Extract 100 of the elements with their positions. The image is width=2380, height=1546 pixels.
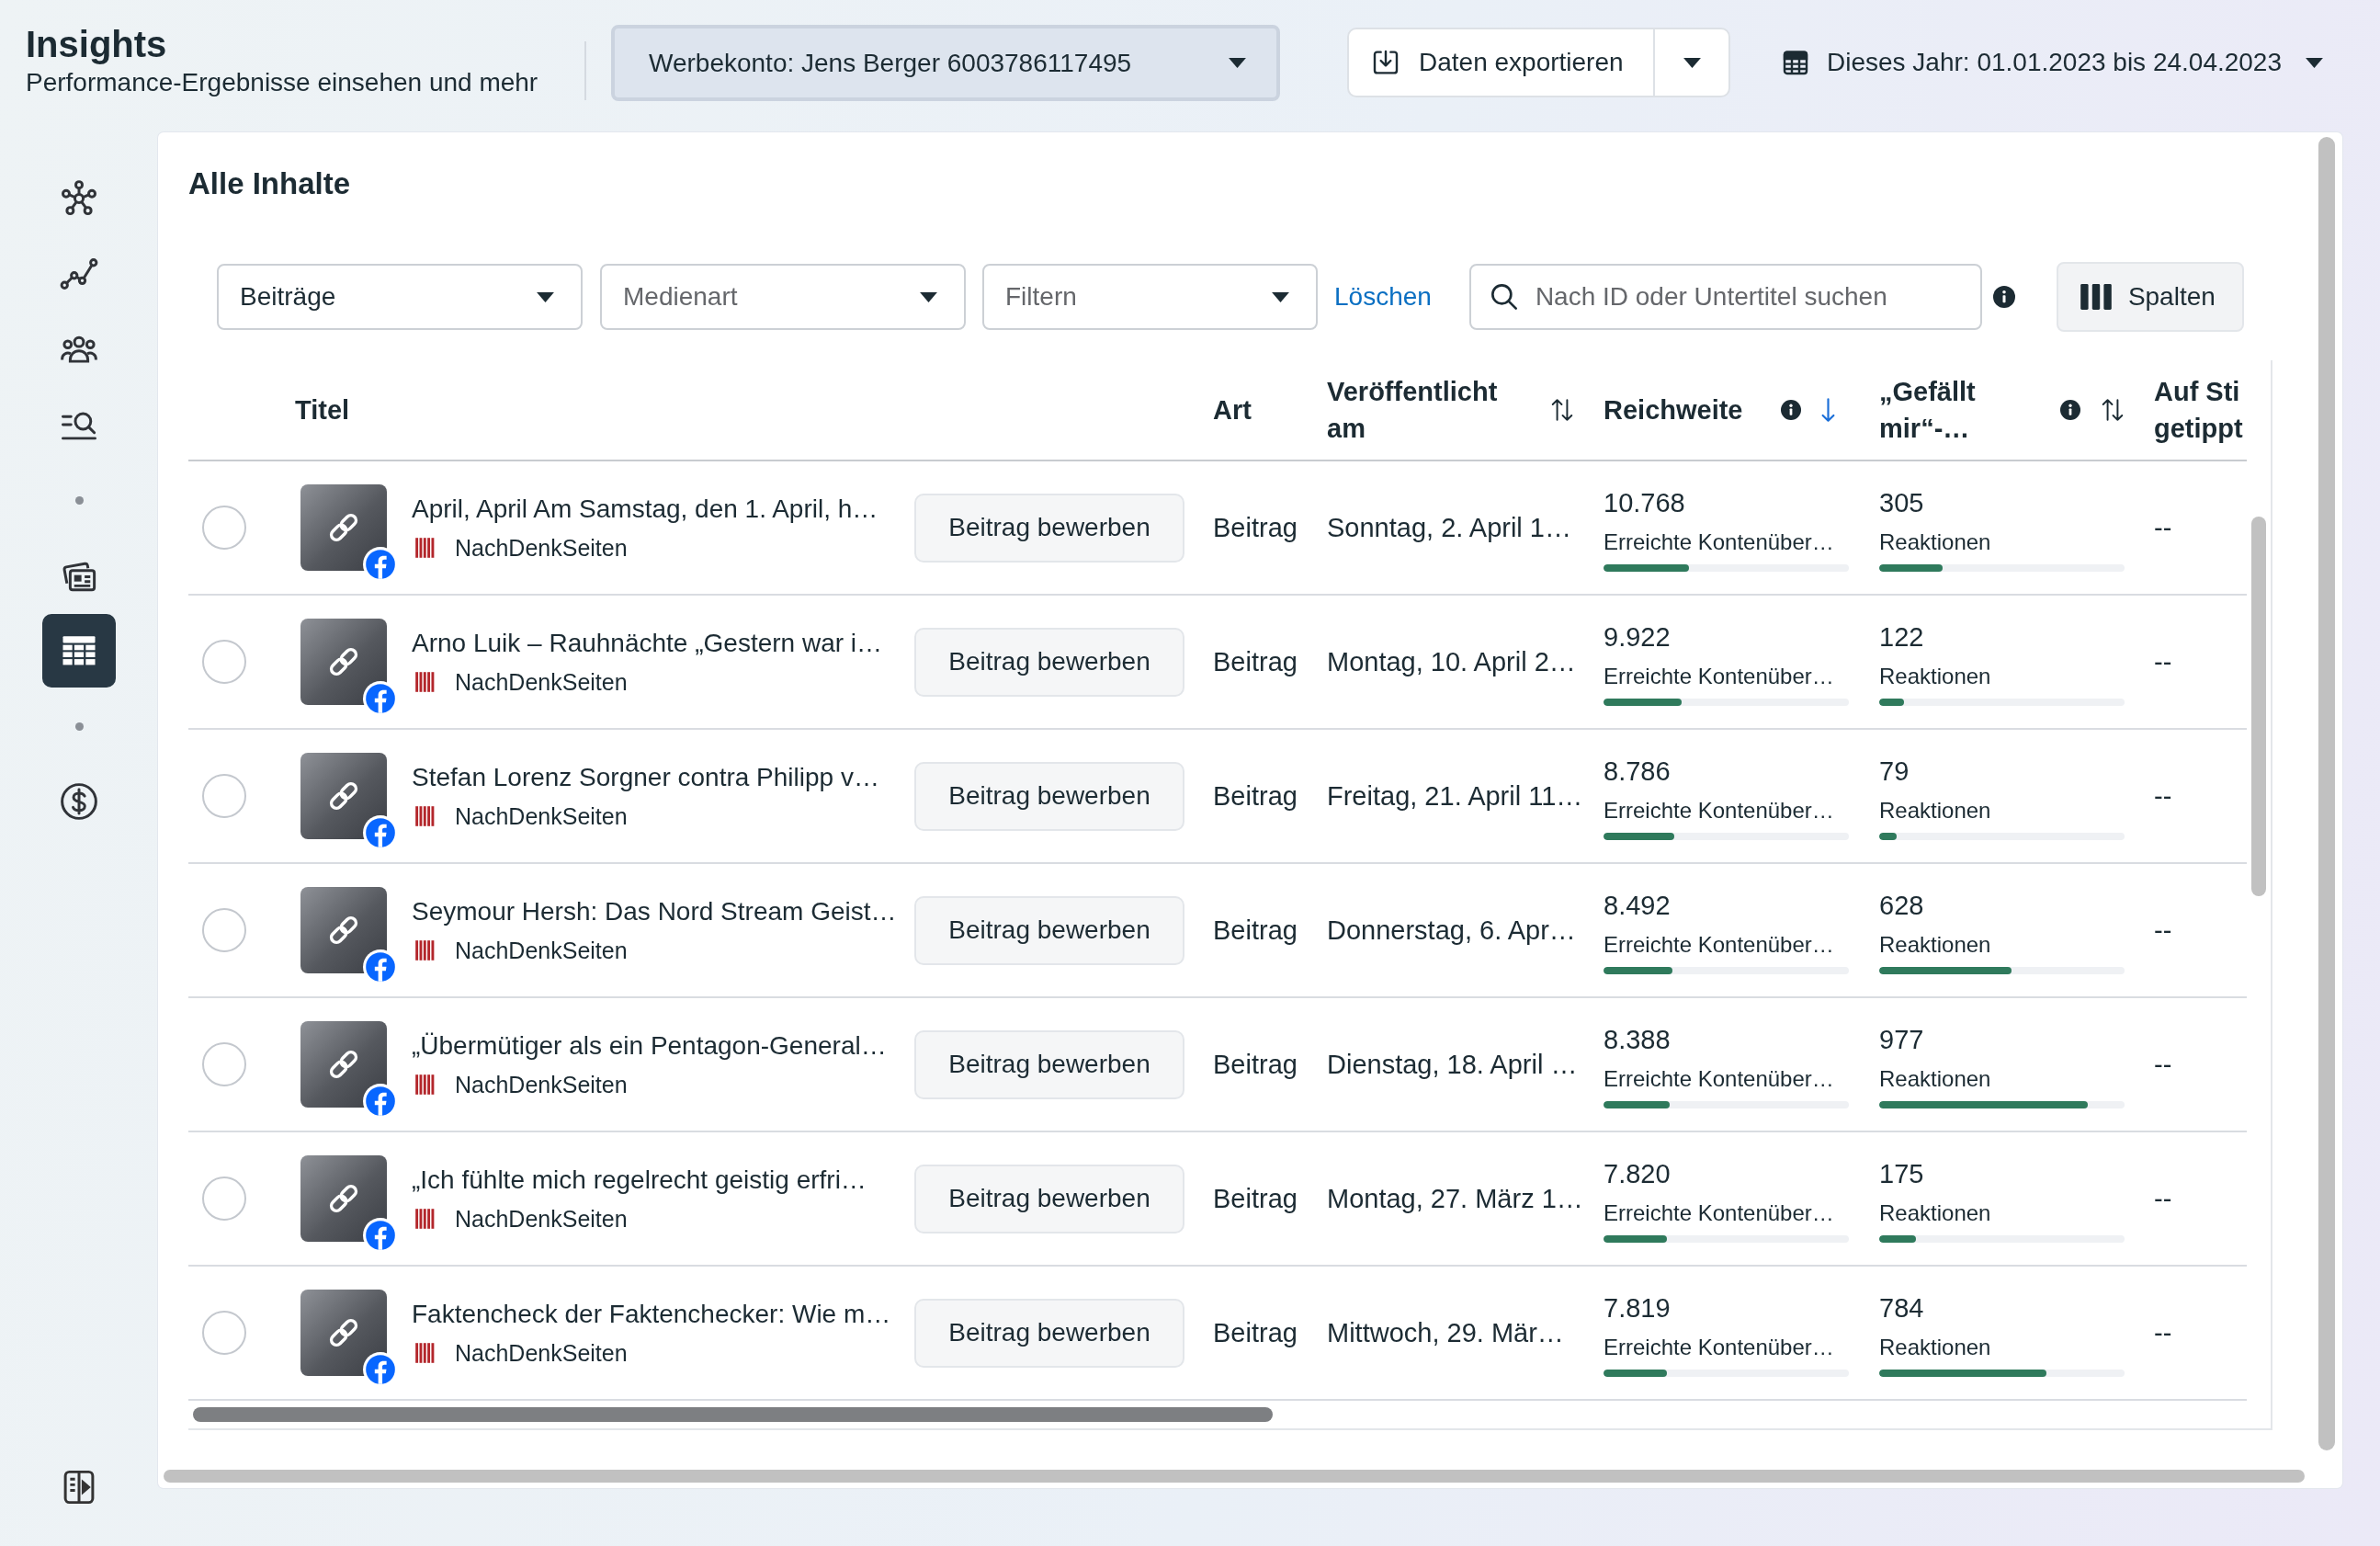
publish-date: Donnerstag, 6. Apr… [1327, 915, 1576, 946]
horizontal-scrollbar[interactable] [193, 1407, 1273, 1422]
promote-button[interactable]: Beitrag bewerben [914, 1029, 1184, 1099]
promote-button[interactable]: Beitrag bewerben [914, 493, 1184, 563]
columns-button[interactable]: Spalten [2056, 262, 2244, 332]
page-name: NachDenkSeiten [455, 1071, 628, 1099]
striped-logo-icon [414, 1208, 436, 1230]
post-type: Beitrag [1213, 646, 1298, 677]
publish-date: Montag, 27. März 1… [1327, 1183, 1583, 1214]
horizontal-scrollbar[interactable] [164, 1470, 2305, 1483]
reactions-value: 175 [1879, 1158, 1924, 1190]
reactions-label: Reaktionen [1879, 797, 1991, 824]
column-header: „Gefällt mir“-… [1879, 376, 1977, 445]
caret-icon [1272, 291, 1289, 302]
export-button[interactable]: Daten exportieren [1347, 28, 1654, 97]
row-radio[interactable] [202, 1311, 246, 1355]
reach-label: Erreichte Kontenüber… [1604, 1334, 1834, 1361]
page-subtitle: Performance-Ergebnisse einsehen und mehr [26, 67, 538, 98]
post-type: Beitrag [1213, 512, 1298, 543]
post-title[interactable]: Arno Luik – Rauhnächte „Gestern war i… [412, 627, 883, 660]
reactions-value: 122 [1879, 621, 1924, 654]
promote-button[interactable]: Beitrag bewerben [914, 1298, 1184, 1368]
striped-logo-icon [414, 671, 436, 693]
sticker-taps-value: -- [2154, 1049, 2172, 1080]
filter-dropdown[interactable]: Filtern [982, 264, 1318, 330]
reach-value: 7.819 [1604, 1292, 1671, 1324]
reach-value: 8.388 [1604, 1024, 1671, 1056]
publish-date: Montag, 10. April 2… [1327, 646, 1576, 677]
promote-button[interactable]: Beitrag bewerben [914, 627, 1184, 697]
caret-icon [1683, 57, 1701, 68]
striped-logo-icon [414, 939, 436, 961]
promote-button[interactable]: Beitrag bewerben [914, 761, 1184, 831]
post-type: Beitrag [1213, 1183, 1298, 1214]
page-name: NachDenkSeiten [455, 1339, 628, 1368]
reactions-label: Reaktionen [1879, 931, 1991, 959]
caret-icon [920, 291, 937, 302]
sticker-taps-value: -- [2154, 915, 2172, 946]
row-radio[interactable] [202, 1042, 246, 1086]
reactions-value: 628 [1879, 890, 1924, 922]
column-header: Titel [295, 394, 350, 426]
reach-label: Erreichte Kontenüber… [1604, 1199, 1834, 1227]
post-title[interactable]: April, April Am Samstag, den 1. April, h… [412, 493, 878, 526]
social-badge-icon [363, 815, 398, 850]
caret-icon [2306, 57, 2324, 68]
post-title[interactable]: „Übermütiger als ein Pentagon-General… [412, 1029, 887, 1063]
social-badge-icon [363, 1352, 398, 1387]
page-name: NachDenkSeiten [455, 534, 628, 563]
reach-value: 10.768 [1604, 487, 1685, 519]
sidebar-item[interactable] [42, 614, 116, 688]
post-title[interactable]: Stefan Lorenz Sorgner contra Philipp v… [412, 761, 879, 794]
column-header: Reichweite [1604, 394, 1743, 426]
sticker-taps-value: -- [2154, 1183, 2172, 1214]
vertical-scrollbar[interactable] [2318, 137, 2335, 1450]
dot-icon [74, 495, 84, 505]
date-range-dropdown[interactable]: Dieses Jahr: 01.01.2023 bis 24.04.2023 [1781, 28, 2324, 97]
social-badge-icon [363, 547, 398, 582]
reactions-label: Reaktionen [1879, 1065, 1991, 1093]
reactions-label: Reaktionen [1879, 1199, 1991, 1227]
post-type: Beitrag [1213, 915, 1298, 946]
sticker-taps-value: -- [2154, 512, 2172, 543]
publish-date: Freitag, 21. April 11… [1327, 780, 1583, 812]
reach-value: 8.786 [1604, 756, 1671, 788]
row-radio[interactable] [202, 506, 246, 550]
filter-dropdown[interactable]: Medienart [600, 264, 966, 330]
filter-dropdown[interactable]: Beiträge [217, 264, 583, 330]
clear-link[interactable]: Löschen [1334, 282, 1432, 312]
page-title: Insights [26, 23, 167, 65]
sticker-taps-value: -- [2154, 646, 2172, 677]
publish-date: Sonntag, 2. April 1… [1327, 512, 1571, 543]
promote-button[interactable]: Beitrag bewerben [914, 895, 1184, 965]
post-title[interactable]: Faktencheck der Faktenchecker: Wie m… [412, 1298, 891, 1331]
account-dropdown[interactable]: Werbekonto: Jens Berger 6003786117495 [611, 25, 1280, 101]
sort-icon[interactable] [2101, 397, 2125, 423]
post-type: Beitrag [1213, 1049, 1298, 1080]
info-icon[interactable] [2060, 400, 2080, 420]
sort-descending-icon[interactable] [1821, 397, 1835, 423]
vertical-scrollbar[interactable] [2251, 517, 2266, 896]
row-radio[interactable] [202, 640, 246, 684]
social-badge-icon [363, 949, 398, 984]
info-icon[interactable] [1992, 286, 2015, 308]
reactions-label: Reaktionen [1879, 1334, 1991, 1361]
page-name: NachDenkSeiten [455, 668, 628, 697]
reach-value: 8.492 [1604, 890, 1671, 922]
page-name: NachDenkSeiten [455, 802, 628, 831]
info-icon[interactable] [1781, 400, 1801, 420]
row-radio[interactable] [202, 774, 246, 818]
promote-button[interactable]: Beitrag bewerben [914, 1164, 1184, 1233]
reach-label: Erreichte Kontenüber… [1604, 931, 1834, 959]
post-title[interactable]: „Ich fühlte mich regelrecht geistig erfri… [412, 1164, 867, 1197]
sort-icon[interactable] [1550, 397, 1574, 423]
reach-value: 7.820 [1604, 1158, 1671, 1190]
reactions-label: Reaktionen [1879, 529, 1991, 556]
striped-logo-icon [414, 1074, 436, 1096]
row-radio[interactable] [202, 1177, 246, 1221]
reach-label: Erreichte Kontenüber… [1604, 663, 1834, 690]
post-title[interactable]: Seymour Hersh: Das Nord Stream Geist… [412, 895, 897, 928]
search-field[interactable]: Nach ID oder Untertitel suchen [1468, 264, 1982, 330]
row-radio[interactable] [202, 908, 246, 952]
striped-logo-icon [414, 805, 436, 827]
page-name: NachDenkSeiten [455, 1205, 628, 1233]
